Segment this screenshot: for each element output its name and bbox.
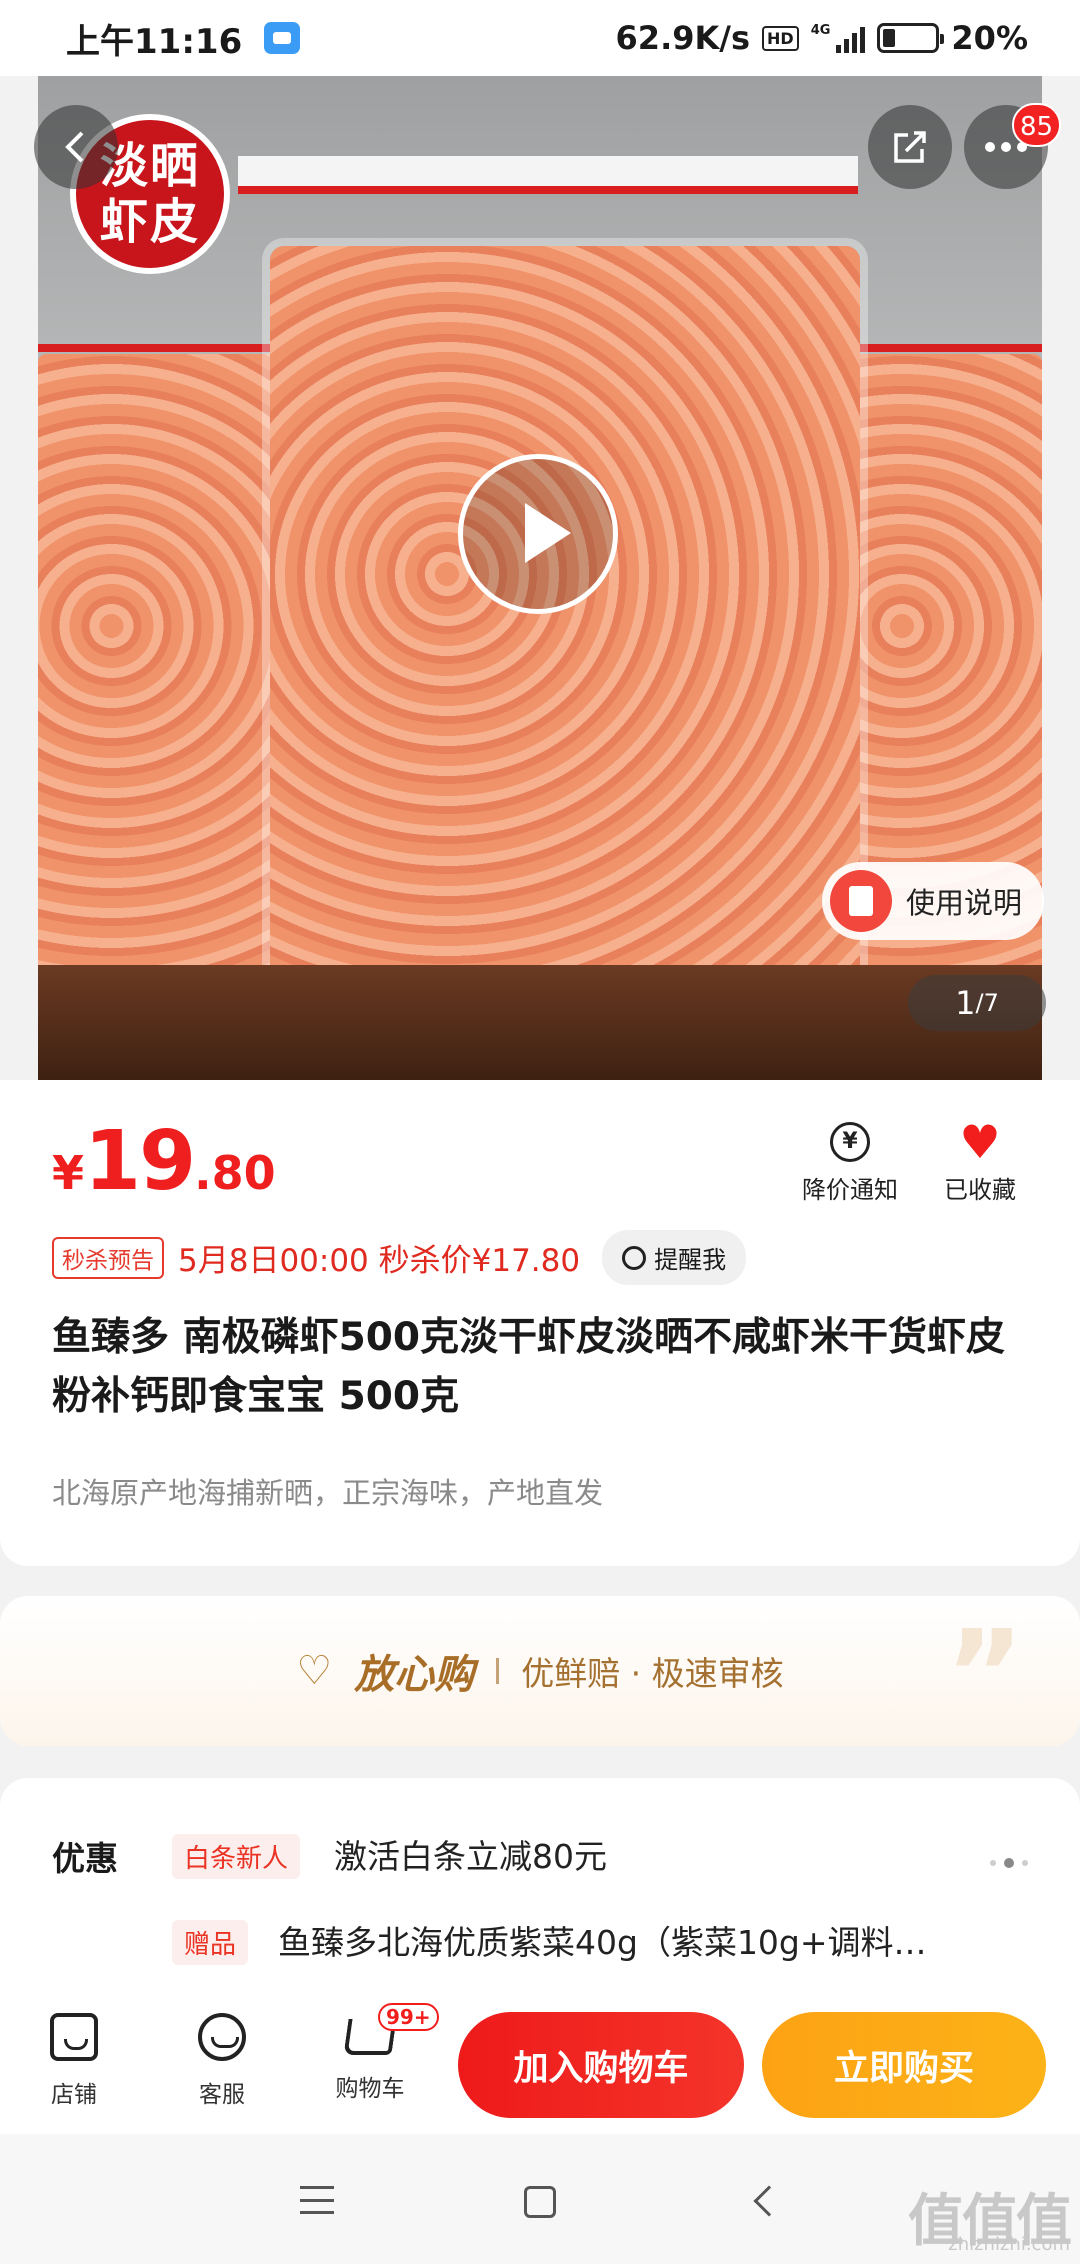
status-right: 62.9K/s HD 4G 20% — [616, 19, 1028, 57]
recent-apps-icon[interactable] — [300, 2186, 334, 2214]
home-icon[interactable] — [524, 2186, 556, 2218]
gift-tag: 赠品 — [172, 1920, 249, 1965]
promotions-section[interactable]: 优惠 白条新人 激活白条立减80元 赠品 鱼臻多北海优质紫菜40g（紫菜10g+… — [0, 1778, 1080, 2018]
pager-total: /7 — [975, 989, 999, 1017]
bag-stripe — [238, 186, 858, 194]
pager-current: 1 — [955, 984, 976, 1022]
price-decimal: .80 — [194, 1146, 276, 1200]
product-info-card: ¥19.80 ¥ 降价通知 ♥ 已收藏 秒杀预告 5月8日00:00 秒杀价¥1… — [0, 1080, 1080, 1566]
network-type: 4G — [810, 23, 831, 38]
signal-icon: 4G — [811, 23, 866, 53]
share-button[interactable] — [868, 105, 952, 189]
customer-service-button[interactable]: 客服 — [148, 2013, 296, 2109]
cart-label: 购物车 — [335, 2076, 405, 2102]
watermark-url: zhizhizhi.com — [948, 2234, 1070, 2255]
bag-seal — [238, 156, 858, 186]
assurance-brand: 放心购 — [354, 1652, 475, 1698]
divider — [496, 1658, 500, 1684]
flash-sale-preview: 秒杀预告 5月8日00:00 秒杀价¥17.80 提醒我 — [52, 1230, 747, 1285]
cart-button[interactable]: 99+ 购物车 — [296, 2003, 444, 2103]
price: ¥19.80 — [52, 1114, 276, 1209]
wooden-floor — [38, 965, 1042, 1080]
battery-icon — [877, 23, 945, 53]
alarm-clock-icon — [622, 1245, 647, 1270]
promo-tag: 白条新人 — [172, 1834, 301, 1879]
chat-icon — [198, 2013, 246, 2061]
guide-label: 使用说明 — [906, 886, 1023, 920]
buy-now-button[interactable]: 立即购买 — [762, 2012, 1046, 2118]
shrimp-bag-left — [38, 354, 283, 1034]
play-video-icon[interactable] — [458, 454, 618, 614]
gift-text: 鱼臻多北海优质紫菜40g（紫菜10g+调料… — [278, 1923, 927, 1962]
promo-text: 激活白条立减80元 — [334, 1837, 607, 1876]
product-subtitle: 北海原产地海捕新晒，正宗海味，产地直发 — [52, 1476, 604, 1510]
back-icon[interactable] — [753, 2185, 785, 2217]
favorite-button[interactable]: ♥ 已收藏 — [944, 1115, 1016, 1205]
price-drop-notify-button[interactable]: ¥ 降价通知 — [802, 1122, 898, 1205]
message-notification-icon — [264, 22, 301, 54]
stamp-line2: 虾皮 — [99, 194, 200, 250]
net-speed: 62.9K/s — [615, 19, 751, 57]
assurance-banner[interactable]: ♡ 放心购 优鲜赔 · 极速审核 ” — [0, 1596, 1080, 1746]
quote-decoration-icon: ” — [945, 1606, 1024, 1745]
cart-count-badge: 99+ — [378, 2003, 439, 2031]
shrimp-bag-center — [270, 246, 860, 1066]
assurance-desc: 优鲜赔 · 极速审核 — [521, 1654, 784, 1693]
status-time: 上午11:16 — [66, 21, 243, 62]
add-to-cart-button[interactable]: 加入购物车 — [458, 2012, 744, 2118]
image-pager: 1/7 — [908, 975, 1046, 1031]
shop-label: 店铺 — [51, 2082, 97, 2108]
carousel-dots — [990, 1858, 1028, 1868]
shop-button[interactable]: 店铺 — [0, 2013, 148, 2109]
promotions-label: 优惠 — [52, 1839, 118, 1878]
usage-guide-button[interactable]: 使用说明 — [822, 862, 1044, 940]
diamond-icon: ♡ — [296, 1648, 333, 1694]
price-currency: ¥ — [52, 1146, 85, 1200]
flash-sale-text: 5月8日00:00 秒杀价¥17.80 — [178, 1243, 581, 1279]
heart-icon: ♥ — [959, 1115, 1001, 1169]
battery-level: 20% — [951, 19, 1028, 57]
price-integer: 19 — [84, 1114, 196, 1209]
status-bar: 上午11:16 62.9K/s HD 4G 20% — [0, 0, 1080, 76]
price-drop-icon: ¥ — [830, 1122, 870, 1162]
favorite-label: 已收藏 — [944, 1176, 1016, 1204]
guide-book-icon — [830, 870, 892, 932]
shop-icon — [50, 2013, 98, 2061]
product-title: 鱼臻多 南极磷虾500克淡干虾皮淡晒不咸虾米干货虾皮粉补钙即食宝宝 500克 — [52, 1315, 1005, 1419]
message-count-badge: 85 — [1012, 103, 1062, 147]
share-icon — [894, 131, 926, 163]
service-label: 客服 — [199, 2082, 245, 2108]
remind-me-button[interactable]: 提醒我 — [602, 1230, 747, 1285]
back-button[interactable] — [34, 105, 118, 189]
remind-label: 提醒我 — [654, 1246, 727, 1274]
flash-sale-tag: 秒杀预告 — [52, 1236, 164, 1279]
chevron-left-icon — [65, 131, 84, 163]
notify-label: 降价通知 — [802, 1176, 898, 1204]
hd-icon: HD — [762, 25, 799, 51]
